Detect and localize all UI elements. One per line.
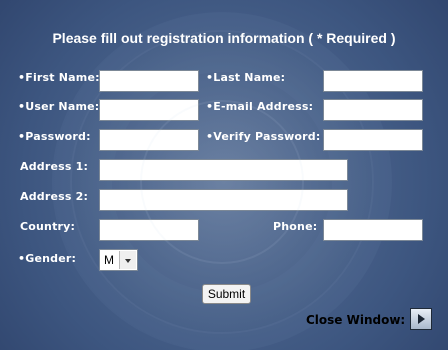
phone-label: Phone: (273, 220, 318, 233)
password-input[interactable] (99, 129, 199, 151)
form-title: Please fill out registration information… (52, 30, 396, 46)
address1-input[interactable] (99, 159, 348, 181)
user-name-input[interactable] (99, 99, 199, 121)
country-input[interactable] (99, 219, 199, 241)
gender-label: •Gender: (18, 252, 77, 265)
play-arrow-icon[interactable] (410, 308, 432, 330)
first-name-input[interactable] (99, 70, 199, 92)
verify-password-label: •Verify Password: (206, 130, 321, 143)
address2-input[interactable] (99, 189, 348, 211)
verify-password-input[interactable] (323, 129, 423, 151)
email-label: •E-mail Address: (206, 100, 314, 113)
close-window-label: Close Window: (306, 313, 406, 327)
last-name-label: •Last Name: (206, 71, 286, 84)
gender-selected-value: M (104, 253, 114, 267)
user-name-label: •User Name: (18, 100, 100, 113)
gender-select[interactable]: M (99, 249, 138, 271)
phone-input[interactable] (323, 219, 423, 241)
address1-label: Address 1: (20, 160, 89, 173)
country-label: Country: (20, 220, 76, 233)
chevron-down-icon[interactable] (119, 251, 136, 269)
last-name-input[interactable] (323, 70, 423, 92)
address2-label: Address 2: (20, 190, 89, 203)
registration-panel: Please fill out registration information… (0, 0, 448, 350)
first-name-label: •First Name: (18, 71, 100, 84)
password-label: •Password: (18, 130, 91, 143)
submit-button[interactable]: Submit (202, 284, 251, 304)
email-input[interactable] (323, 99, 423, 121)
